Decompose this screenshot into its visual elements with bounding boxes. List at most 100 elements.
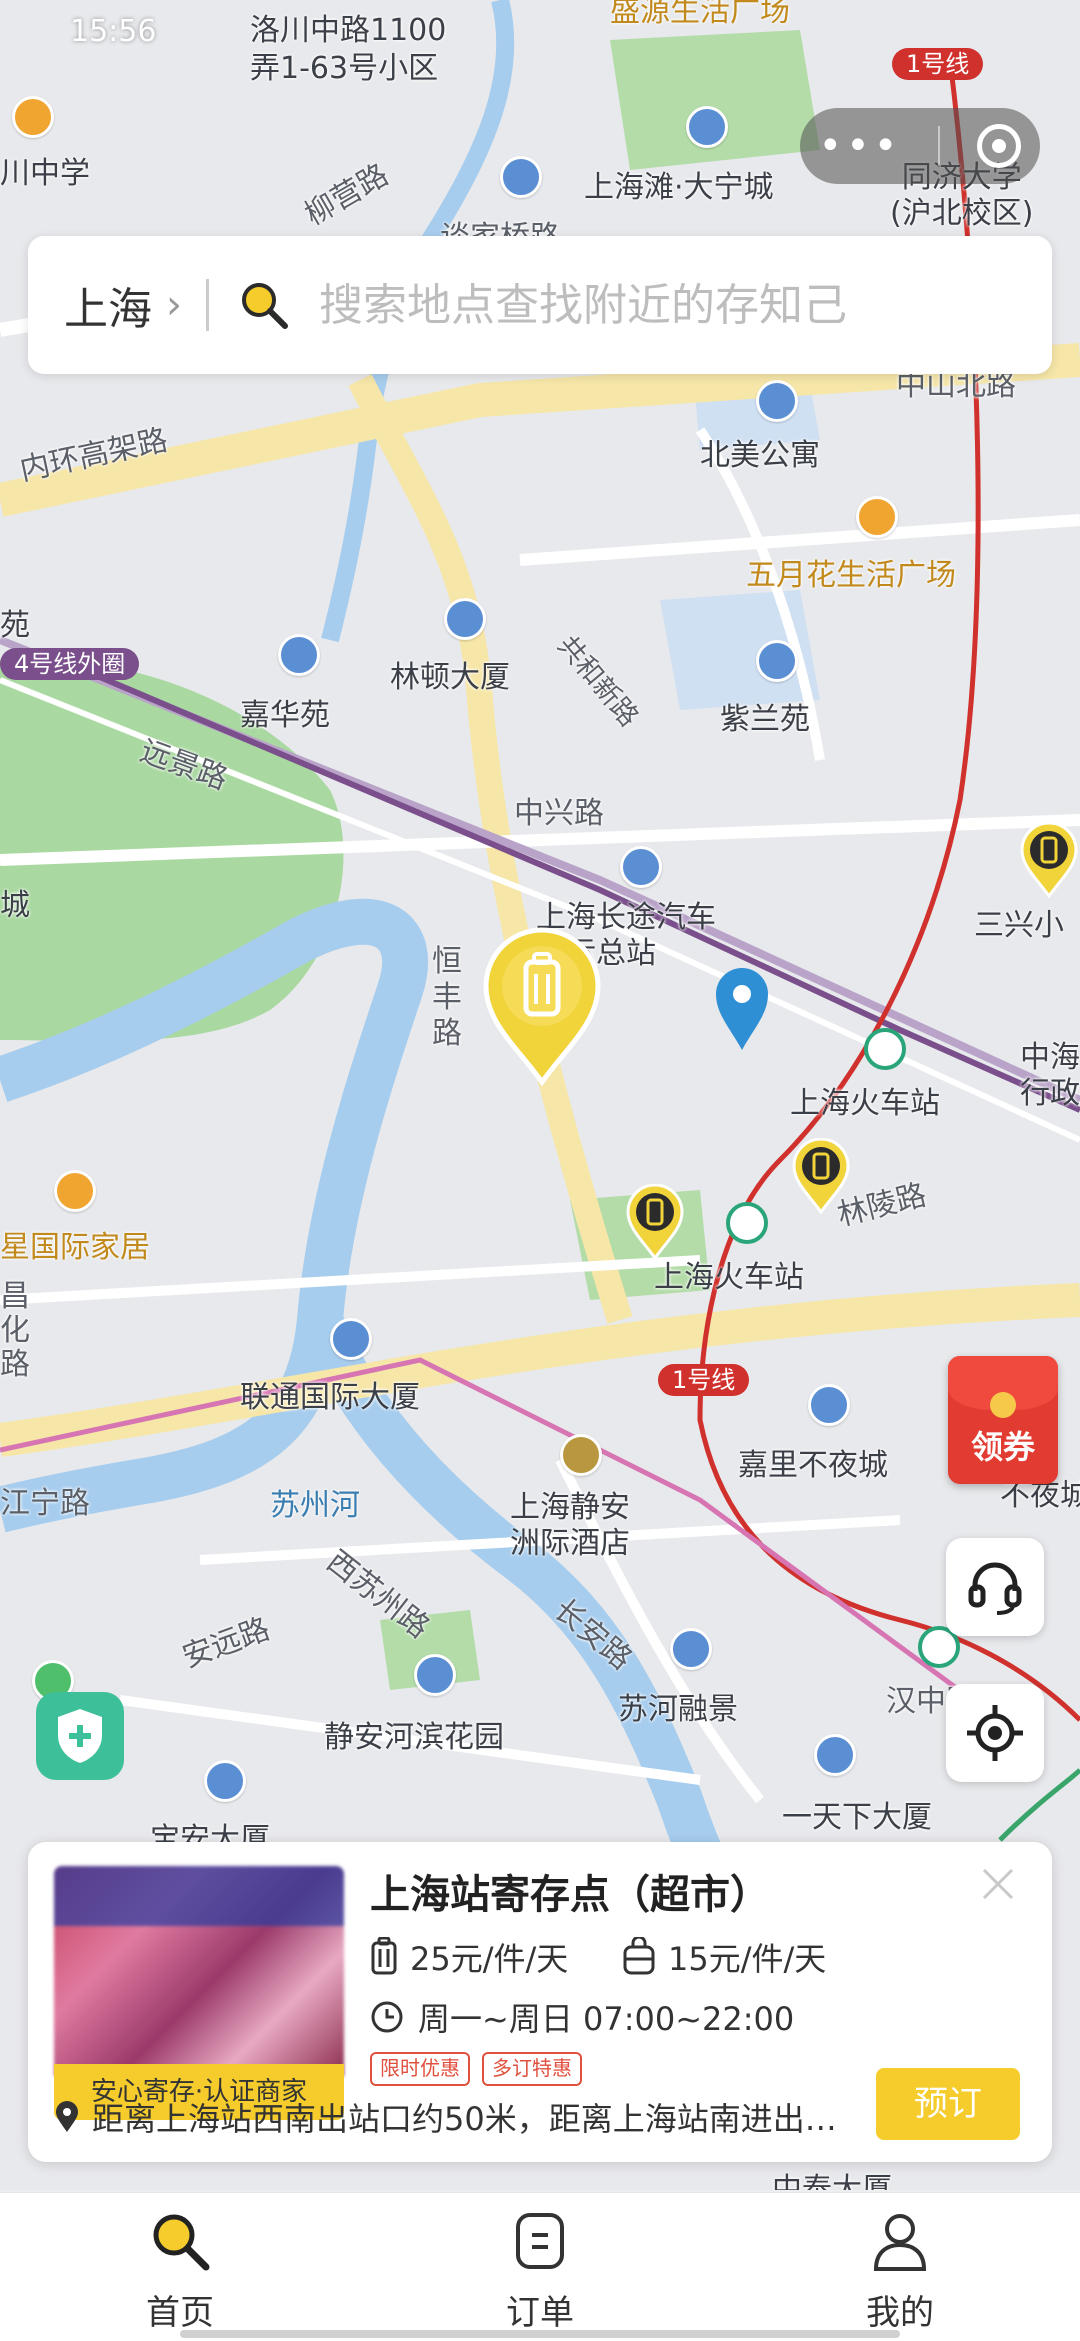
map-label-jingan-hotel: 上海静安 洲际酒店 bbox=[510, 1490, 630, 1561]
promo-tag: 限时优惠 bbox=[370, 2052, 470, 2086]
order-icon bbox=[516, 2213, 564, 2269]
selected-storage-pin-icon[interactable] bbox=[482, 926, 602, 1086]
map-label-school: 川中学 bbox=[0, 156, 90, 191]
opening-hours: 周一~周日 07:00~22:00 bbox=[370, 1994, 794, 2040]
metro-station-icon bbox=[864, 1028, 906, 1070]
tab-home-label: 首页 bbox=[146, 2293, 214, 2333]
map-label-sanxing: 三兴小 bbox=[974, 908, 1064, 943]
bus-station-icon bbox=[620, 846, 662, 888]
price-small-text: 15元/件/天 bbox=[668, 1940, 827, 1978]
map-label-linton: 林顿大厦 bbox=[390, 660, 510, 695]
status-time: 15:56 bbox=[70, 14, 157, 49]
metro-station-icon-2 bbox=[726, 1202, 768, 1244]
safety-guarantee-button[interactable] bbox=[36, 1692, 124, 1780]
miniprogram-capsule: ••• bbox=[800, 108, 1040, 184]
coupon-seal-icon bbox=[990, 1392, 1016, 1418]
opening-hours-text: 周一~周日 07:00~22:00 bbox=[418, 2000, 795, 2038]
map-label-jiali: 嘉里不夜城 bbox=[738, 1448, 888, 1483]
school-poi-icon bbox=[12, 96, 54, 138]
jiahua-poi-icon bbox=[278, 634, 320, 676]
residence-poi-icon bbox=[500, 156, 542, 198]
price-large-text: 25元/件/天 bbox=[410, 1940, 569, 1978]
map-label-jiangning-rd: 江宁路 bbox=[0, 1486, 90, 1521]
store-address: 距离上海站西南出站口约50米，距离上海站南进出站口约100米 bbox=[54, 2094, 844, 2140]
map-label-yitianxia: 一天下大厦 bbox=[782, 1800, 932, 1835]
search-bar: 上海 › bbox=[28, 236, 1052, 374]
map-label-jiahuayuan: 嘉华苑 bbox=[240, 698, 330, 733]
suhe-poi-icon bbox=[670, 1628, 712, 1670]
map-label-yuan: 苑 bbox=[0, 608, 30, 643]
suitcase-icon bbox=[371, 1937, 397, 1975]
shield-plus-icon bbox=[58, 1709, 102, 1763]
chevron-right-icon: › bbox=[166, 282, 182, 328]
hotel-poi-icon bbox=[560, 1434, 602, 1476]
store-name: 上海站寄存点（超市） bbox=[370, 1872, 770, 1918]
more-menu-icon[interactable]: ••• bbox=[819, 108, 902, 184]
headset-icon bbox=[968, 1562, 1022, 1615]
home-indicator bbox=[180, 2330, 900, 2338]
mall-poi-icon bbox=[686, 106, 728, 148]
locate-icon bbox=[967, 1705, 1023, 1761]
line1-badge-mid: 1号线 bbox=[658, 1364, 750, 1396]
location-icon bbox=[56, 2101, 78, 2132]
storage-pin-icon[interactable] bbox=[626, 1184, 684, 1260]
search-icon bbox=[242, 283, 288, 329]
furniture-poi-icon bbox=[54, 1170, 96, 1212]
map-label-cheng: 城 bbox=[0, 888, 30, 923]
map-label-shanghaitan: 上海滩·大宁城 bbox=[584, 170, 774, 205]
promo-tag: 多订特惠 bbox=[482, 2052, 582, 2086]
map-label-xingguoji: 星国际家居 bbox=[0, 1230, 150, 1265]
profile-icon bbox=[873, 2214, 927, 2271]
bottom-tab-bar: 首页 订单 我的 bbox=[0, 2192, 1080, 2341]
storage-pin-icon[interactable] bbox=[792, 1138, 850, 1214]
wuyuehua-poi-icon bbox=[856, 496, 898, 538]
map-label-zhongxing-rd: 中兴路 bbox=[514, 796, 604, 831]
search-icon bbox=[153, 2214, 210, 2271]
linton-poi-icon bbox=[444, 598, 486, 640]
backpack-icon bbox=[623, 1937, 655, 1975]
location-pin-icon bbox=[716, 968, 768, 1050]
jiali-poi-icon bbox=[808, 1384, 850, 1426]
office-poi-icon bbox=[204, 1760, 246, 1802]
price-large-luggage: 25元/件/天 bbox=[370, 1934, 568, 1980]
garden-poi-icon bbox=[414, 1654, 456, 1696]
store-photo bbox=[54, 1866, 344, 2076]
map-label-suzhou-river: 苏州河 bbox=[270, 1488, 360, 1523]
tab-orders-label: 订单 bbox=[506, 2293, 574, 2333]
map-label-changhua-rd: 昌化路 bbox=[0, 1279, 30, 1382]
store-card[interactable]: 安心寄存·认证商家 上海站寄存点（超市） 25元/件/天 15元/件/天 周一~… bbox=[28, 1842, 1052, 2162]
map-label-beimei: 北美公寓 bbox=[700, 438, 820, 473]
tab-home[interactable]: 首页 bbox=[80, 2193, 280, 2341]
map-label-zilanyuan: 紫兰苑 bbox=[720, 702, 810, 737]
map-label-hengfeng-rd: 恒丰路 bbox=[432, 944, 462, 1051]
yitianxia-poi-icon bbox=[814, 1734, 856, 1776]
locate-button[interactable] bbox=[946, 1684, 1044, 1782]
book-button[interactable]: 预订 bbox=[876, 2068, 1020, 2140]
map-label-liantong: 联通国际大厦 bbox=[240, 1380, 420, 1415]
clock-icon bbox=[371, 2001, 403, 2033]
zilan-poi-icon bbox=[756, 640, 798, 682]
storage-pin-icon[interactable] bbox=[1020, 822, 1078, 898]
capsule-divider bbox=[938, 126, 941, 166]
map-label-zhonghai: 中海 行政 bbox=[1020, 1040, 1080, 1111]
customer-service-button[interactable] bbox=[946, 1538, 1044, 1636]
line4-badge: 4号线外圈 bbox=[0, 648, 140, 680]
map-label-wuyuehua: 五月花生活广场 bbox=[746, 558, 956, 593]
city-selector[interactable]: 上海 bbox=[64, 273, 152, 337]
coupon-label: 领券 bbox=[970, 1428, 1035, 1466]
tab-orders[interactable]: 订单 bbox=[440, 2193, 640, 2341]
coupon-button[interactable]: 领券 bbox=[948, 1356, 1058, 1484]
tab-profile-label: 我的 bbox=[866, 2293, 934, 2333]
close-icon[interactable] bbox=[978, 1864, 1018, 1904]
store-address-text: 距离上海站西南出站口约50米，距离上海站南进出站口约100米 bbox=[92, 2100, 844, 2138]
tab-profile[interactable]: 我的 bbox=[800, 2193, 1000, 2341]
price-small-luggage: 15元/件/天 bbox=[622, 1934, 826, 1980]
close-miniprogram-icon[interactable] bbox=[977, 124, 1022, 168]
map-label-suhe: 苏河融景 bbox=[618, 1692, 738, 1727]
beimei-poi-icon bbox=[756, 380, 798, 422]
liantong-poi-icon bbox=[330, 1318, 372, 1360]
status-bar: 15:56 bbox=[0, 0, 1080, 60]
map-label-zhongtai: 中泰大厦 bbox=[772, 2172, 892, 2190]
map-label-jingan-garden: 静安河滨花园 bbox=[324, 1720, 504, 1755]
search-input[interactable] bbox=[317, 278, 961, 332]
